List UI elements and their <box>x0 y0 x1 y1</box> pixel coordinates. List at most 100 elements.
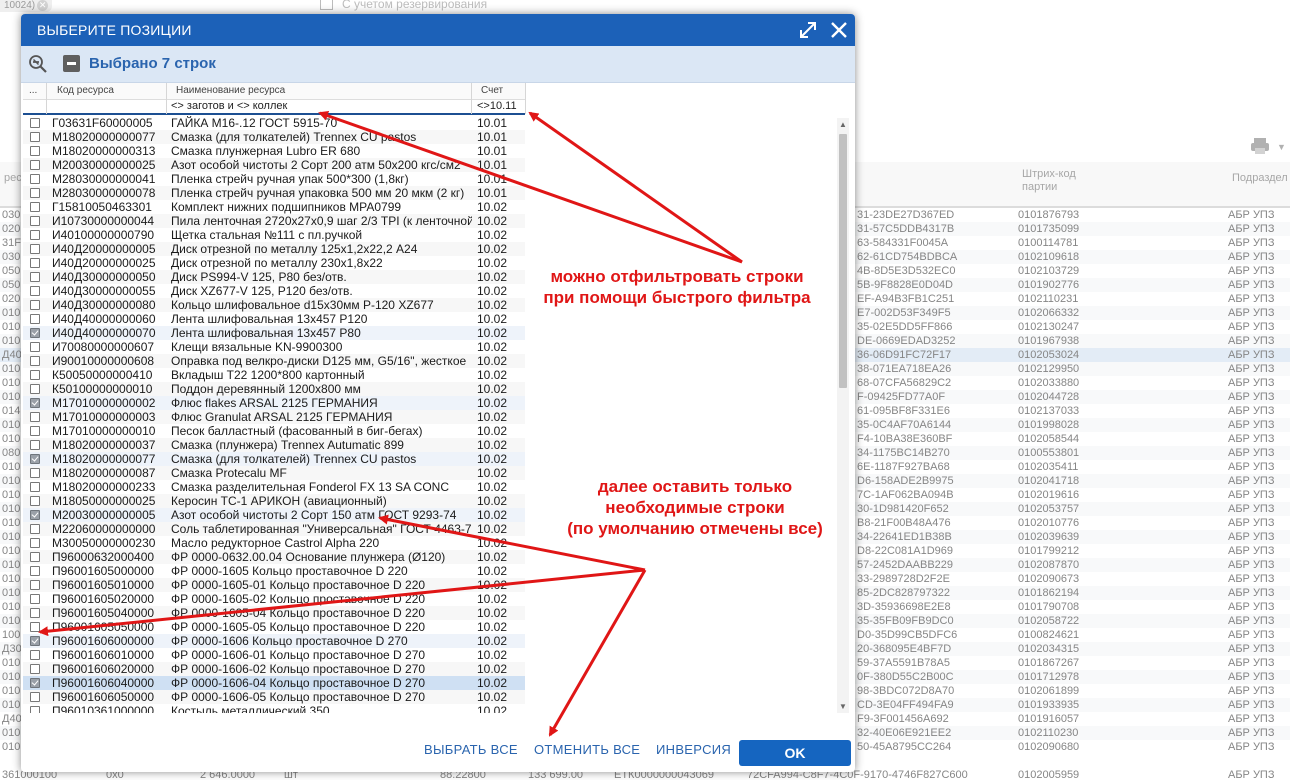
row-checkbox[interactable] <box>30 664 40 674</box>
invert-button[interactable]: ИНВЕРСИЯ <box>656 742 731 757</box>
row-checkbox[interactable] <box>30 496 40 506</box>
row-checkbox[interactable] <box>30 412 40 422</box>
vertical-scrollbar[interactable]: ▲ ▼ <box>837 118 849 713</box>
deselect-checkbox-icon[interactable] <box>63 55 80 72</box>
name-filter-input[interactable]: <> заготов и <> коллек <box>171 100 287 112</box>
chevron-up-icon[interactable]: ▲ <box>837 118 849 132</box>
table-row[interactable]: М18020000000087 Смазка Protecalu MF 10.02 <box>23 466 525 480</box>
table-row[interactable]: П96001606020000 ФР 0000-1606-02 Кольцо пр… <box>23 662 525 676</box>
table-row[interactable]: М20030000000005 Азот особой чистоты 2 Сор… <box>23 508 525 522</box>
table-row[interactable]: П96001606000000 ФР 0000-1606 Кольцо прост… <box>23 634 525 648</box>
table-row[interactable]: И40Д30000000050 Диск PS994-V 125, P80 без… <box>23 270 525 284</box>
table-row[interactable]: М22060000000000 Соль таблетированная "Уни… <box>23 522 525 536</box>
table-row[interactable]: П96000632000400 ФР 0000-0632.00.04 Основа… <box>23 550 525 564</box>
table-row[interactable]: П96001605040000 ФР 0000-1605-04 Кольцо пр… <box>23 606 525 620</box>
row-checkbox[interactable] <box>30 384 40 394</box>
col-resource-code[interactable]: Код ресурса <box>57 85 114 96</box>
table-row[interactable]: П96001605020000 ФР 0000-1605-02 Кольцо пр… <box>23 592 525 606</box>
select-all-button[interactable]: ВЫБРАТЬ ВСЕ <box>424 742 518 757</box>
row-checkbox[interactable] <box>30 356 40 366</box>
table-row[interactable]: П96010361000000 Костыль металлический 350… <box>23 704 525 713</box>
zoom-out-icon[interactable] <box>28 54 48 74</box>
row-checkbox[interactable] <box>30 342 40 352</box>
scrollbar-thumb[interactable] <box>839 134 847 388</box>
row-checkbox[interactable] <box>30 580 40 590</box>
row-checkbox[interactable] <box>30 328 40 338</box>
table-row[interactable]: М28030000000041 Пленка стрейч ручная упак… <box>23 172 525 186</box>
table-row[interactable]: К50050000000410 Вкладыш Т22 1200*800 карт… <box>23 368 525 382</box>
row-checkbox[interactable] <box>30 622 40 632</box>
row-checkbox[interactable] <box>30 678 40 688</box>
table-row[interactable]: И90010000000608 Оправка под велкро-диски … <box>23 354 525 368</box>
close-icon[interactable] <box>829 20 849 40</box>
row-checkbox[interactable] <box>30 146 40 156</box>
table-row[interactable]: И40Д40000000060 Лента шлифовальная 13х457… <box>23 312 525 326</box>
row-checkbox[interactable] <box>30 160 40 170</box>
row-checkbox[interactable] <box>30 524 40 534</box>
row-checkbox[interactable] <box>30 692 40 702</box>
table-row[interactable]: М18020000000233 Смазка разделительная Fon… <box>23 480 525 494</box>
row-checkbox[interactable] <box>30 552 40 562</box>
table-row[interactable]: К50100000000010 Поддон деревянный 1200х80… <box>23 382 525 396</box>
table-row[interactable]: М28030000000078 Пленка стрейч ручная упак… <box>23 186 525 200</box>
col-resource-name[interactable]: Наименование ресурса <box>176 85 285 96</box>
row-checkbox[interactable] <box>30 258 40 268</box>
table-row[interactable]: И40Д30000000080 Кольцо шлифовальное d15х3… <box>23 298 525 312</box>
row-checkbox[interactable] <box>30 454 40 464</box>
row-checkbox[interactable] <box>30 244 40 254</box>
table-row[interactable]: М18020000000077 Смазка (для толкателей) T… <box>23 452 525 466</box>
table-row[interactable]: П96001605050000 ФР 0000-1605-05 Кольцо пр… <box>23 620 525 634</box>
row-checkbox[interactable] <box>30 314 40 324</box>
row-checkbox[interactable] <box>30 482 40 492</box>
row-checkbox[interactable] <box>30 636 40 646</box>
account-filter-input[interactable]: <>10.11 <box>477 100 517 112</box>
row-checkbox[interactable] <box>30 426 40 436</box>
row-checkbox[interactable] <box>30 272 40 282</box>
row-checkbox[interactable] <box>30 398 40 408</box>
row-checkbox[interactable] <box>30 286 40 296</box>
deselect-all-button[interactable]: ОТМЕНИТЬ ВСЕ <box>534 742 640 757</box>
table-row[interactable]: П96001606040000 ФР 0000-1606-04 Кольцо пр… <box>23 676 525 690</box>
row-checkbox[interactable] <box>30 370 40 380</box>
table-row[interactable]: И40Д20000000025 Диск отрезной по металлу … <box>23 256 525 270</box>
table-row[interactable]: М18050000000025 Керосин ТС-1 АРИКОН (авиа… <box>23 494 525 508</box>
table-row[interactable]: М17010000000003 Флюс Granulat ARSAL 2125 … <box>23 410 525 424</box>
table-row[interactable]: М20030000000025 Азот особой чистоты 2 Сор… <box>23 158 525 172</box>
table-row[interactable]: И10730000000044 Пила ленточная 2720х27х0,… <box>23 214 525 228</box>
row-checkbox[interactable] <box>30 566 40 576</box>
table-row[interactable]: М30050000000230 Масло редукторное Castrol… <box>23 536 525 550</box>
row-checkbox[interactable] <box>30 118 40 128</box>
expand-icon[interactable] <box>798 20 818 40</box>
table-row[interactable]: М17010000000002 Флюс flakes ARSAL 2125 ГЕ… <box>23 396 525 410</box>
chevron-down-icon[interactable]: ▼ <box>837 700 849 713</box>
col-account[interactable]: Счет <box>481 85 503 96</box>
row-checkbox[interactable] <box>30 706 40 713</box>
ok-button[interactable]: OK <box>739 740 851 766</box>
row-checkbox[interactable] <box>30 538 40 548</box>
column-menu-button[interactable]: ... <box>29 85 37 96</box>
table-row[interactable]: И70080000000607 Клещи вязальные KN-990030… <box>23 340 525 354</box>
row-checkbox[interactable] <box>30 230 40 240</box>
row-checkbox[interactable] <box>30 174 40 184</box>
row-checkbox[interactable] <box>30 594 40 604</box>
table-row[interactable]: П96001605010000 ФР 0000-1605-01 Кольцо пр… <box>23 578 525 592</box>
table-row[interactable]: П96001606050000 ФР 0000-1606-05 Кольцо пр… <box>23 690 525 704</box>
row-checkbox[interactable] <box>30 510 40 520</box>
table-row[interactable]: М18020000000037 Смазка (плунжера) Trennex… <box>23 438 525 452</box>
row-checkbox[interactable] <box>30 132 40 142</box>
table-row[interactable]: П96001605000000 ФР 0000-1605 Кольцо прост… <box>23 564 525 578</box>
row-checkbox[interactable] <box>30 468 40 478</box>
table-row[interactable]: И40100000000790 Щетка стальная №111 с пл.… <box>23 228 525 242</box>
table-row[interactable]: Г15810050463301 Комплект нижних подшипник… <box>23 200 525 214</box>
table-row[interactable]: М18020000000313 Смазка плунжерная Lubro E… <box>23 144 525 158</box>
table-row[interactable]: Г03631F60000005 ГАЙКА М16-.12 ГОСТ 5915-7… <box>23 116 525 130</box>
table-row[interactable]: И40Д20000000005 Диск отрезной по металлу … <box>23 242 525 256</box>
table-row[interactable]: М17010000000010 Песок балластный (фасован… <box>23 424 525 438</box>
table-row[interactable]: М18020000000077 Смазка (для толкателей) T… <box>23 130 525 144</box>
table-row[interactable]: И40Д30000000055 Диск XZ677-V 125, P120 бе… <box>23 284 525 298</box>
row-checkbox[interactable] <box>30 300 40 310</box>
row-checkbox[interactable] <box>30 650 40 660</box>
table-row[interactable]: И40Д40000000070 Лента шлифовальная 13х457… <box>23 326 525 340</box>
row-checkbox[interactable] <box>30 608 40 618</box>
row-checkbox[interactable] <box>30 440 40 450</box>
